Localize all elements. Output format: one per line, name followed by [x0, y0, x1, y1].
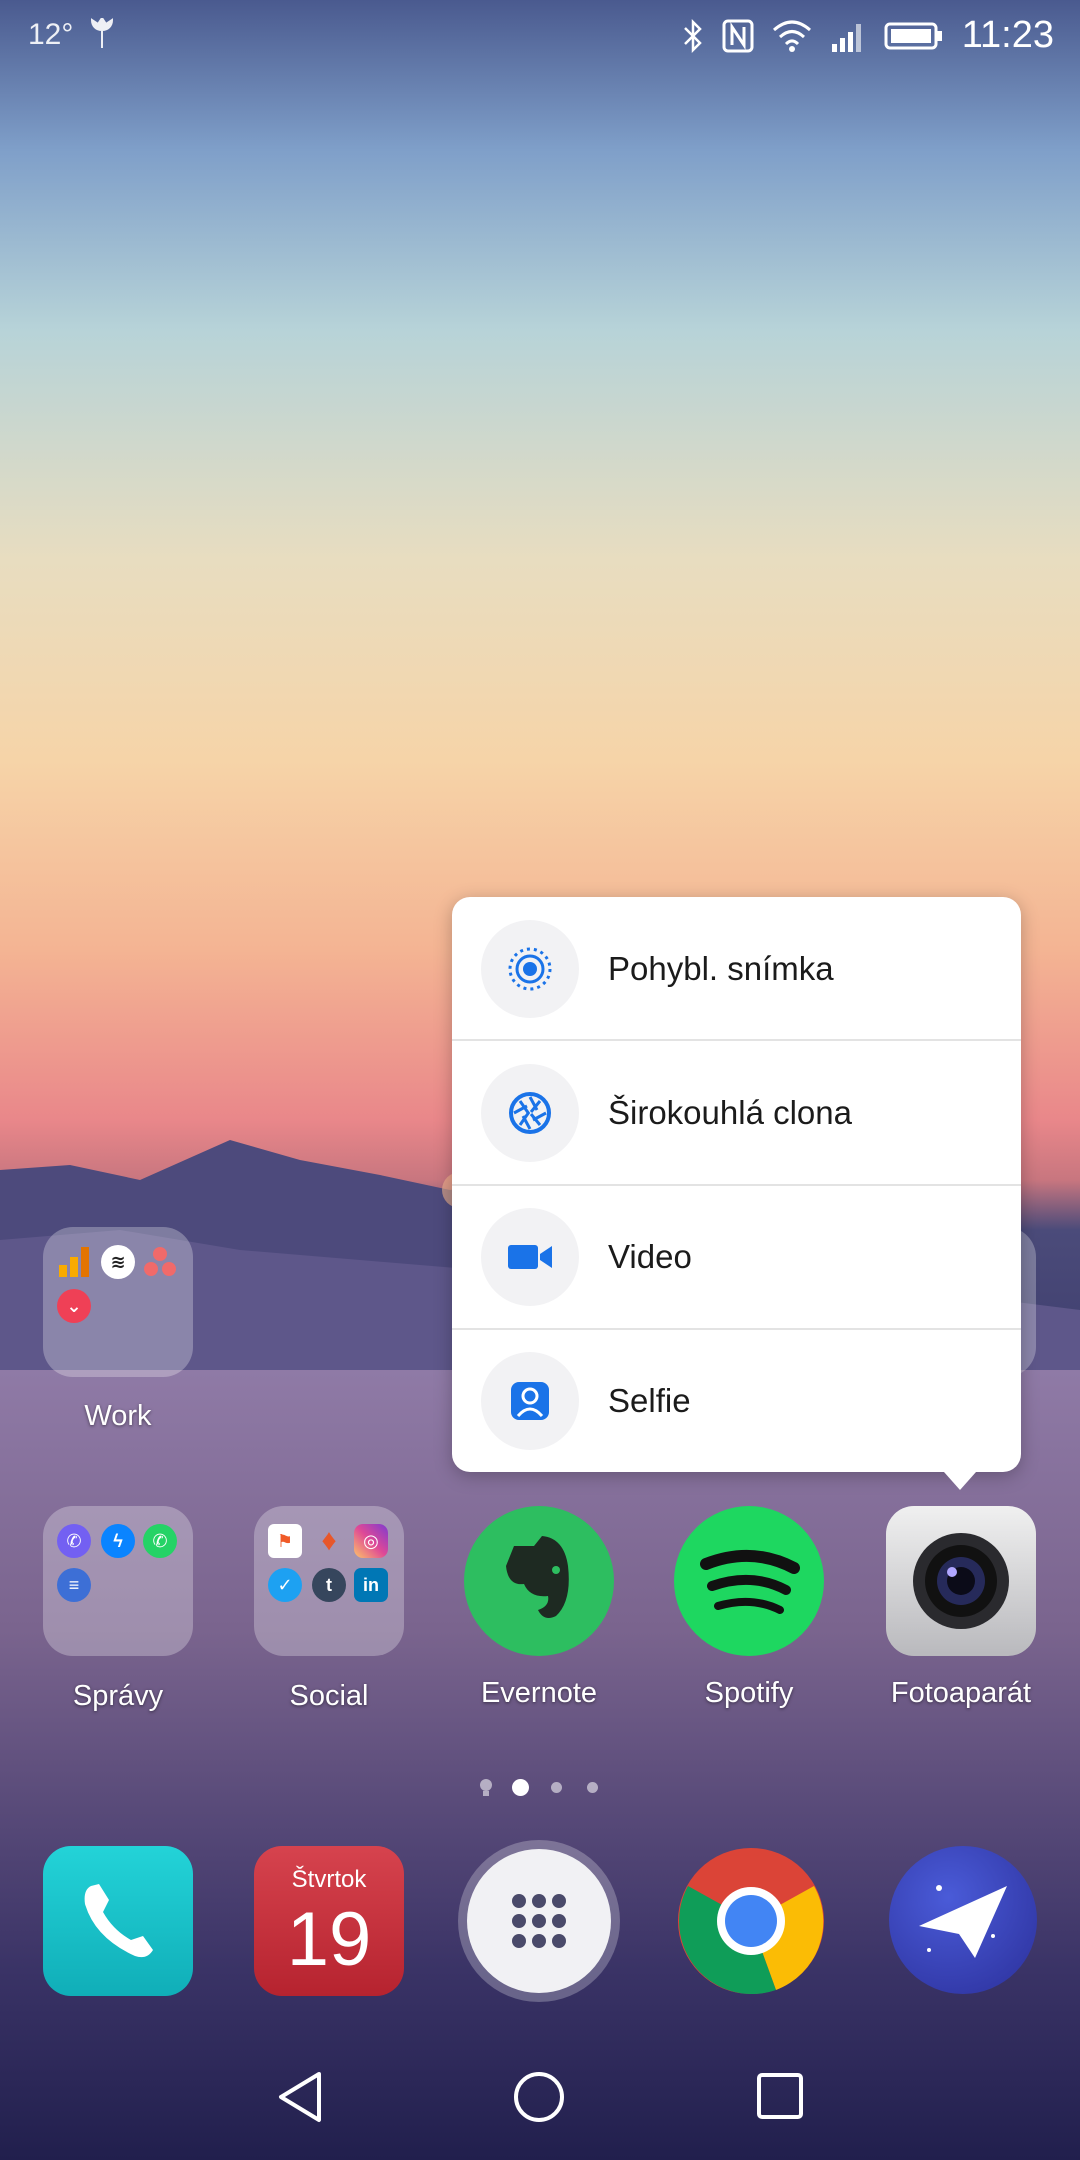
buffer-icon: ≋	[101, 1245, 135, 1279]
folder-social-label: Social	[289, 1680, 369, 1712]
instagram-icon: ◎	[354, 1524, 388, 1558]
cell-signal-icon	[831, 23, 861, 52]
battery-icon	[884, 22, 942, 49]
spotify-icon[interactable]	[674, 1506, 824, 1656]
camera-app-icon[interactable]	[886, 1506, 1036, 1656]
bluetooth-icon	[683, 18, 702, 53]
video-camera-icon	[481, 1207, 579, 1306]
clock: 11:23	[961, 14, 1054, 56]
lightbulb-icon	[480, 1779, 492, 1796]
viber-icon: ✆	[57, 1524, 91, 1558]
newton-mail-icon[interactable]	[889, 1846, 1037, 1994]
folder-work[interactable]: ≋ ⌄	[43, 1227, 193, 1377]
shortcut-moving-picture[interactable]: Pohybl. snímka	[452, 897, 1021, 1040]
aperture-icon	[481, 1063, 579, 1162]
page-dot	[551, 1782, 562, 1793]
page-dot	[587, 1782, 598, 1793]
spotify-label: Spotify	[704, 1677, 794, 1709]
temperature: 12°	[28, 18, 74, 51]
recents-button-icon[interactable]	[756, 2072, 804, 2120]
shortcut-label: Pohybl. snímka	[608, 949, 834, 987]
evernote-icon[interactable]	[464, 1506, 614, 1656]
shortcut-video[interactable]: Video	[452, 1185, 1021, 1328]
evernote-label: Evernote	[480, 1677, 598, 1709]
moving-picture-icon	[481, 919, 579, 1018]
folder-spravy[interactable]: ✆ ϟ ✆ ≡	[43, 1506, 193, 1656]
shortcut-label: Širokouhlá clona	[608, 1093, 852, 1131]
back-button-icon[interactable]	[277, 2070, 323, 2124]
shortcut-wide-aperture[interactable]: Širokouhlá clona	[452, 1041, 1021, 1184]
app-drawer-button[interactable]	[458, 1840, 620, 2002]
maple-leaf-icon: ♦	[321, 1524, 337, 1557]
linkedin-icon: in	[354, 1568, 388, 1602]
home-button-icon[interactable]	[512, 2070, 566, 2124]
camera-shortcuts-menu: Pohybl. snímka Širokouhlá clona Video Se…	[452, 897, 1021, 1490]
phone-icon[interactable]	[43, 1846, 193, 1996]
shortcut-label: Selfie	[608, 1381, 691, 1419]
analytics-icon	[57, 1245, 91, 1279]
pocket-icon: ⌄	[57, 1289, 91, 1323]
page-indicator[interactable]	[0, 1778, 1080, 1798]
calendar-icon[interactable]: Štvrtok 19	[254, 1846, 404, 1996]
wifi-icon	[772, 20, 811, 52]
shortcut-selfie[interactable]: Selfie	[452, 1329, 1021, 1472]
asana-icon	[143, 1245, 177, 1279]
navigation-bar	[0, 2040, 1080, 2160]
page-dot-active	[512, 1779, 529, 1796]
folder-spravy-label: Správy	[72, 1680, 164, 1712]
weather-icon	[91, 18, 114, 48]
folder-work-label: Work	[84, 1400, 152, 1432]
camera-label: Fotoaparát	[890, 1677, 1032, 1709]
whatsapp-icon: ✆	[143, 1524, 177, 1558]
calendar-day-number: 19	[286, 1897, 372, 1982]
status-bar: 12° 11:23	[0, 0, 1080, 74]
messages-icon: ≡	[57, 1568, 91, 1602]
flag-app-icon: ⚑	[268, 1524, 302, 1558]
folder-social[interactable]: ⚑ ♦ ◎ ✓ t in	[254, 1506, 404, 1656]
apps-grid-icon	[512, 1894, 566, 1948]
shortcut-label: Video	[608, 1237, 692, 1275]
twitter-icon: ✓	[268, 1568, 302, 1602]
messenger-icon: ϟ	[101, 1524, 135, 1558]
selfie-icon	[481, 1351, 579, 1450]
tumblr-icon: t	[312, 1568, 346, 1602]
popup-pointer	[944, 1472, 976, 1490]
nfc-icon	[722, 19, 754, 52]
calendar-day-name: Štvrtok	[291, 1866, 367, 1893]
chrome-icon[interactable]	[676, 1846, 826, 1996]
